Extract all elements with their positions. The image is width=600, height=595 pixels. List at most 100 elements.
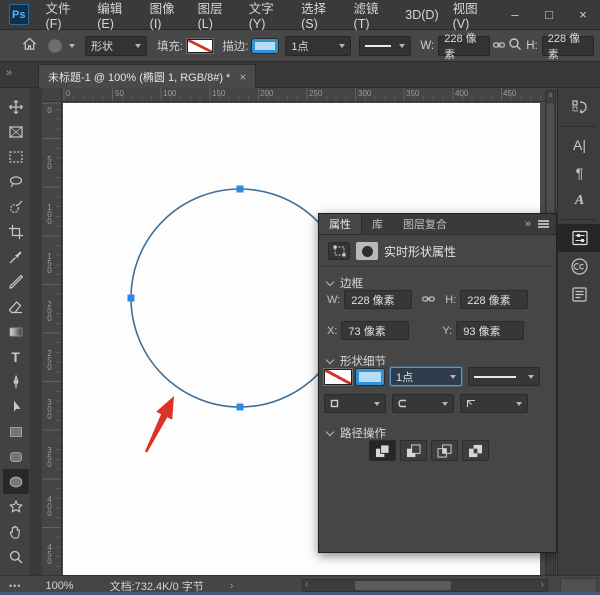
tab-properties[interactable]: 属性	[319, 214, 362, 234]
intersect-shapes-button[interactable]	[431, 440, 458, 461]
menu-layer[interactable]: 图层(L)	[191, 0, 242, 31]
menu-type[interactable]: 文字(Y)	[242, 0, 294, 31]
menu-file[interactable]: 文件(F)	[39, 0, 91, 31]
tool-preset-dropdown[interactable]	[45, 36, 75, 56]
panel-stroke-swatch[interactable]	[356, 369, 384, 385]
ruler-corner	[42, 88, 62, 102]
stroke-caps-icon	[398, 399, 408, 408]
custom-shape-tool[interactable]	[3, 494, 29, 519]
link-dimensions-icon[interactable]	[493, 39, 505, 53]
subtract-front-shape-button[interactable]	[400, 440, 427, 461]
width-field[interactable]: 228 像素	[344, 290, 412, 309]
menu-filter[interactable]: 滤镜(T)	[347, 0, 399, 31]
minimize-button[interactable]: –	[498, 2, 532, 28]
hand-tool[interactable]	[3, 519, 29, 544]
paragraph-panel-icon[interactable]: ¶	[558, 159, 600, 187]
panel-stroke-width-select[interactable]: 1点	[390, 367, 462, 386]
transform-icon	[333, 245, 346, 257]
creative-cloud-icon[interactable]	[558, 252, 600, 280]
status-expand-icon[interactable]: ›	[230, 580, 234, 592]
scroll-right-icon[interactable]: ›	[541, 579, 544, 590]
tools-panel: T	[0, 88, 31, 595]
ellipse-tool[interactable]	[3, 469, 29, 494]
brush-tool[interactable]	[3, 269, 29, 294]
maximize-button[interactable]: □	[532, 2, 566, 28]
shape-width-input[interactable]: 228 像素	[438, 36, 490, 56]
crop-icon	[8, 224, 24, 240]
marquee-tool[interactable]	[3, 144, 29, 169]
x-field[interactable]: 73 像素	[341, 321, 409, 340]
stroke-type-select[interactable]	[359, 36, 411, 56]
rectangle-tool[interactable]	[3, 419, 29, 444]
eyedropper-tool[interactable]	[3, 244, 29, 269]
frame-tool[interactable]	[3, 119, 29, 144]
panel-tab-bar: 属性 库 图层复合 »	[319, 214, 556, 235]
character-panel-icon[interactable]: A|	[558, 131, 600, 159]
stroke-align-select[interactable]	[324, 394, 386, 413]
glyphs-panel-icon[interactable]: A	[558, 187, 600, 215]
search-icon[interactable]	[508, 37, 522, 54]
pen-tool[interactable]	[3, 369, 29, 394]
horizontal-scrollbar[interactable]: ‹ ›	[302, 579, 548, 592]
panel-fill-swatch[interactable]	[324, 369, 352, 385]
scroll-up-icon[interactable]: ∧	[548, 91, 553, 101]
y-field[interactable]: 93 像素	[456, 321, 524, 340]
menu-image[interactable]: 图像(I)	[143, 0, 191, 31]
shape-mask-button[interactable]	[356, 242, 378, 260]
home-icon[interactable]	[22, 37, 37, 54]
menu-select[interactable]: 选择(S)	[294, 0, 346, 31]
move-tool[interactable]	[3, 94, 29, 119]
tab-libraries[interactable]: 库	[362, 214, 393, 234]
scroll-left-icon[interactable]: ‹	[305, 579, 308, 590]
zoom-tool[interactable]	[3, 544, 29, 569]
solid-line-icon	[474, 376, 516, 378]
panel-stroke-type-select[interactable]	[468, 367, 540, 386]
zoom-level[interactable]: 100%	[45, 580, 73, 592]
history-panel-icon[interactable]	[558, 94, 600, 122]
combine-shapes-icon	[375, 444, 390, 458]
quick-selection-tool[interactable]	[3, 194, 29, 219]
panel-menu-icon[interactable]	[538, 220, 549, 228]
intersect-shapes-icon	[437, 444, 452, 458]
stroke-width-select[interactable]: 1点	[285, 36, 351, 56]
document-tab-bar: » 未标题-1 @ 100% (椭圆 1, RGB/8#) * ×	[0, 62, 600, 88]
close-button[interactable]: ×	[566, 2, 600, 28]
subtract-shape-icon	[406, 444, 421, 458]
x-label: X:	[327, 325, 337, 337]
stroke-corners-icon	[466, 399, 476, 408]
tab-overflow-icon[interactable]: »	[6, 67, 11, 79]
crop-tool[interactable]	[3, 219, 29, 244]
tab-layer-comps[interactable]: 图层复合	[393, 214, 457, 234]
properties-panel-icon[interactable]	[558, 224, 600, 252]
document-tab[interactable]: 未标题-1 @ 100% (椭圆 1, RGB/8#) * ×	[38, 64, 256, 88]
path-selection-tool[interactable]	[3, 394, 29, 419]
tool-mode-select[interactable]: 形状	[85, 36, 147, 56]
stroke-caps-select[interactable]	[392, 394, 454, 413]
menu-view[interactable]: 视图(V)	[446, 0, 498, 31]
horizontal-scroll-thumb[interactable]	[355, 581, 451, 590]
gradient-tool[interactable]	[3, 319, 29, 344]
stroke-corners-select[interactable]	[460, 394, 528, 413]
h-label: H:	[445, 294, 456, 306]
marquee-icon	[8, 149, 24, 165]
collapse-panel-icon[interactable]: »	[525, 218, 531, 230]
transform-mode-button[interactable]	[328, 242, 350, 260]
link-wh-icon[interactable]	[422, 293, 435, 307]
eraser-tool[interactable]	[3, 294, 29, 319]
rounded-rectangle-tool[interactable]	[3, 444, 29, 469]
height-field[interactable]: 228 像素	[460, 290, 528, 309]
shape-height-input[interactable]: 228 像素	[542, 36, 594, 56]
lasso-tool[interactable]	[3, 169, 29, 194]
more-tools-icon[interactable]: •••	[9, 581, 21, 591]
stroke-swatch[interactable]	[252, 39, 278, 53]
menu-3d[interactable]: 3D(D)	[398, 8, 445, 22]
tab-close-icon[interactable]: ×	[239, 70, 246, 84]
combine-shapes-button[interactable]	[369, 440, 396, 461]
exclude-shapes-button[interactable]	[462, 440, 489, 461]
libraries-panel-icon[interactable]	[558, 280, 600, 308]
fill-swatch[interactable]	[187, 39, 213, 53]
menu-edit[interactable]: 编辑(E)	[90, 0, 142, 31]
document-tab-title: 未标题-1 @ 100% (椭圆 1, RGB/8#) *	[48, 69, 230, 85]
type-tool[interactable]: T	[3, 344, 29, 369]
path-selection-icon	[8, 399, 24, 415]
